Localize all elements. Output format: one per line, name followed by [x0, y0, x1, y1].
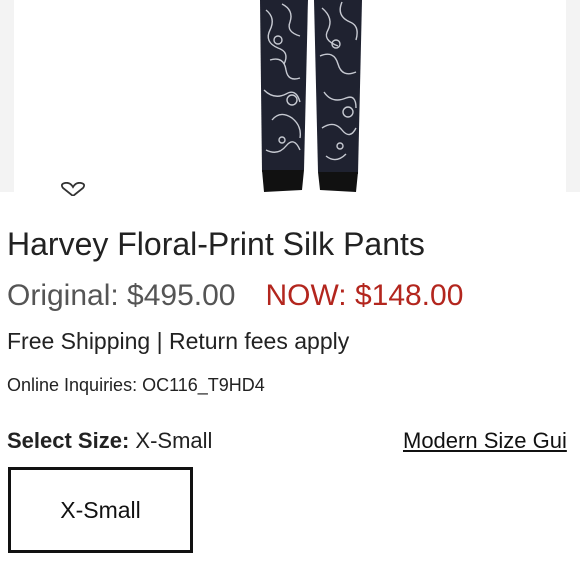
selected-size-value: X-Small	[135, 428, 213, 453]
heart-icon[interactable]	[58, 182, 88, 196]
online-inquiries: Online Inquiries: OC116_T9HD4	[7, 375, 265, 395]
size-option-x-small[interactable]: X-Small	[8, 467, 193, 553]
product-image-frame[interactable]	[14, 0, 566, 192]
size-selection-label: Select Size: X-Small	[7, 426, 212, 456]
product-title: Harvey Floral-Print Silk Pants	[7, 226, 425, 262]
select-size-label: Select Size:	[7, 428, 130, 453]
sale-price: NOW: $148.00	[265, 279, 464, 312]
shipping-info: Free Shipping | Return fees apply	[7, 328, 350, 354]
size-guide-link[interactable]: Modern Size Gui	[403, 426, 567, 456]
price-row: Original: $495.00 NOW: $148.00	[7, 276, 463, 316]
product-photo	[260, 0, 362, 192]
product-image-area	[0, 0, 580, 196]
product-page: Harvey Floral-Print Silk Pants Original:…	[0, 0, 580, 580]
original-price: Original: $495.00	[7, 279, 236, 312]
